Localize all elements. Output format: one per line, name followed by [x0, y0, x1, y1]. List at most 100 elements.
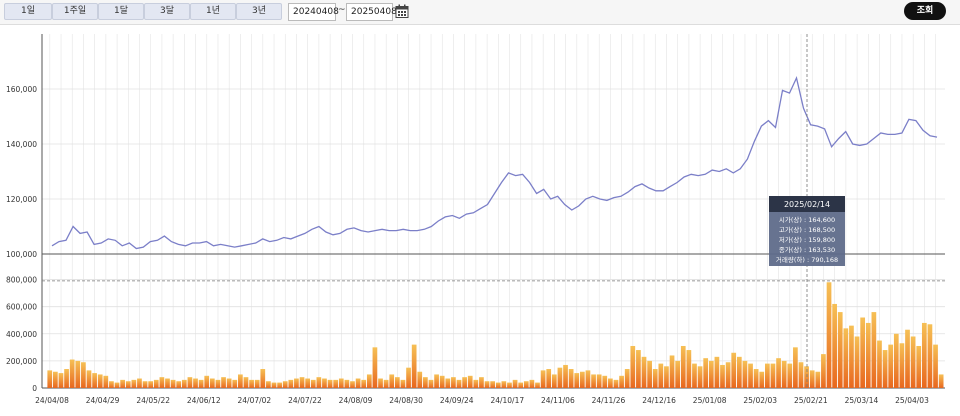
volume-bar: [266, 381, 271, 388]
period-3year-button[interactable]: 3년: [236, 3, 282, 20]
volume-bar: [551, 374, 557, 388]
volume-bar: [636, 350, 641, 388]
volume-bar: [692, 363, 697, 388]
volume-bar: [658, 363, 664, 388]
date-tick-label: 24/07/02: [238, 396, 272, 405]
volume-bar: [529, 379, 535, 388]
date-tick-label: 25/01/08: [693, 396, 727, 405]
volume-bar: [815, 371, 821, 388]
volume-bar: [927, 324, 933, 388]
volume-bar: [921, 322, 927, 388]
volume-bars: [47, 282, 944, 388]
volume-bar: [338, 378, 344, 388]
volume-bar: [428, 379, 434, 388]
tooltip-close: 종가(상) : 163,530: [779, 245, 835, 254]
volume-bar: [165, 378, 170, 388]
date-tick-label: 24/08/09: [339, 396, 373, 405]
volume-bar: [568, 369, 574, 388]
volume-bar: [809, 370, 815, 388]
volume-bar: [647, 360, 652, 388]
volume-bar: [198, 379, 204, 388]
volume-bar: [445, 378, 451, 388]
volume-bar: [372, 347, 378, 388]
volume-bar: [585, 370, 591, 388]
period-1day-button[interactable]: 1일: [4, 3, 52, 20]
volume-bar: [776, 358, 781, 388]
volume-bar: [69, 359, 75, 388]
volume-tick-label: 600,000: [6, 303, 37, 312]
volume-bar: [406, 367, 411, 388]
volume-bar: [557, 367, 563, 388]
volume-bar: [484, 381, 490, 388]
volume-bar: [602, 375, 608, 388]
volume-bar: [322, 378, 327, 388]
volume-bar: [540, 370, 546, 388]
volume-bar: [389, 374, 395, 388]
volume-bar: [294, 378, 299, 388]
volume-bar: [479, 377, 484, 388]
volume-bar: [103, 375, 109, 388]
volume-bar: [193, 378, 198, 388]
volume-bar: [523, 381, 529, 388]
price-tick-label: 160,000: [6, 85, 37, 94]
volume-bar: [624, 369, 630, 388]
date-separator: ~: [338, 5, 346, 15]
volume-tick-label: 200,000: [6, 357, 37, 366]
date-tick-label: 24/12/16: [642, 396, 676, 405]
end-date-input[interactable]: 20250408: [346, 3, 397, 21]
volume-bar: [355, 378, 361, 388]
volume-bar: [148, 381, 154, 388]
volume-bar: [512, 379, 518, 388]
volume-bar: [305, 378, 310, 388]
volume-bar: [899, 343, 905, 388]
volume-bar: [798, 362, 804, 388]
volume-bar: [81, 362, 86, 388]
period-1week-button[interactable]: 1주일: [52, 3, 98, 20]
volume-bar: [916, 345, 922, 388]
period-1month-button[interactable]: 1달: [98, 3, 144, 20]
volume-bar: [333, 379, 339, 388]
volume-bar: [299, 377, 305, 388]
volume-bar: [608, 378, 613, 388]
volume-bar: [288, 379, 294, 388]
volume-bar: [697, 366, 703, 388]
volume-bar: [86, 370, 92, 388]
volume-bar: [507, 382, 512, 388]
volume-bar: [249, 379, 254, 388]
volume-bar: [652, 369, 658, 388]
volume-bar: [361, 379, 367, 388]
volume-tick-label: 400,000: [6, 330, 37, 339]
volume-bar: [731, 352, 737, 388]
volume-bar: [495, 382, 501, 388]
volume-bar: [849, 325, 854, 388]
period-1year-button[interactable]: 1년: [190, 3, 236, 20]
date-tick-label: 24/09/24: [440, 396, 474, 405]
volume-bar: [238, 374, 243, 388]
volume-bar: [619, 375, 624, 388]
volume-bar: [423, 377, 428, 388]
volume-bar: [451, 377, 456, 388]
volume-bar: [826, 282, 832, 388]
search-button[interactable]: 조회: [904, 2, 946, 20]
tooltip: 2025/02/14 시가(상) : 164,600 고가(상) : 168,5…: [769, 196, 845, 266]
tooltip-volume: 거래량(하) : 790,168: [776, 255, 838, 264]
volume-bar: [109, 381, 114, 388]
date-tick-label: 24/10/17: [490, 396, 524, 405]
date-tick-label: 24/04/08: [35, 396, 69, 405]
volume-bar: [860, 317, 866, 388]
date-tick-label: 25/04/03: [895, 396, 929, 405]
volume-bar: [725, 362, 731, 388]
volume-bar: [765, 363, 770, 388]
volume-bar: [282, 381, 288, 388]
volume-bar: [804, 366, 809, 388]
start-date-input[interactable]: 20240408: [288, 3, 339, 21]
volume-bar: [742, 360, 748, 388]
volume-bar: [905, 329, 910, 388]
toolbar: 1일 1주일 1달 3달 1년 3년 20240408 ~ 20250408 조…: [0, 0, 960, 25]
period-3month-button[interactable]: 3달: [144, 3, 190, 20]
calendar-icon[interactable]: [395, 4, 409, 19]
volume-bar: [125, 381, 131, 388]
volume-bar: [910, 336, 916, 388]
volume-bar: [703, 358, 709, 388]
volume-bar: [327, 379, 333, 388]
